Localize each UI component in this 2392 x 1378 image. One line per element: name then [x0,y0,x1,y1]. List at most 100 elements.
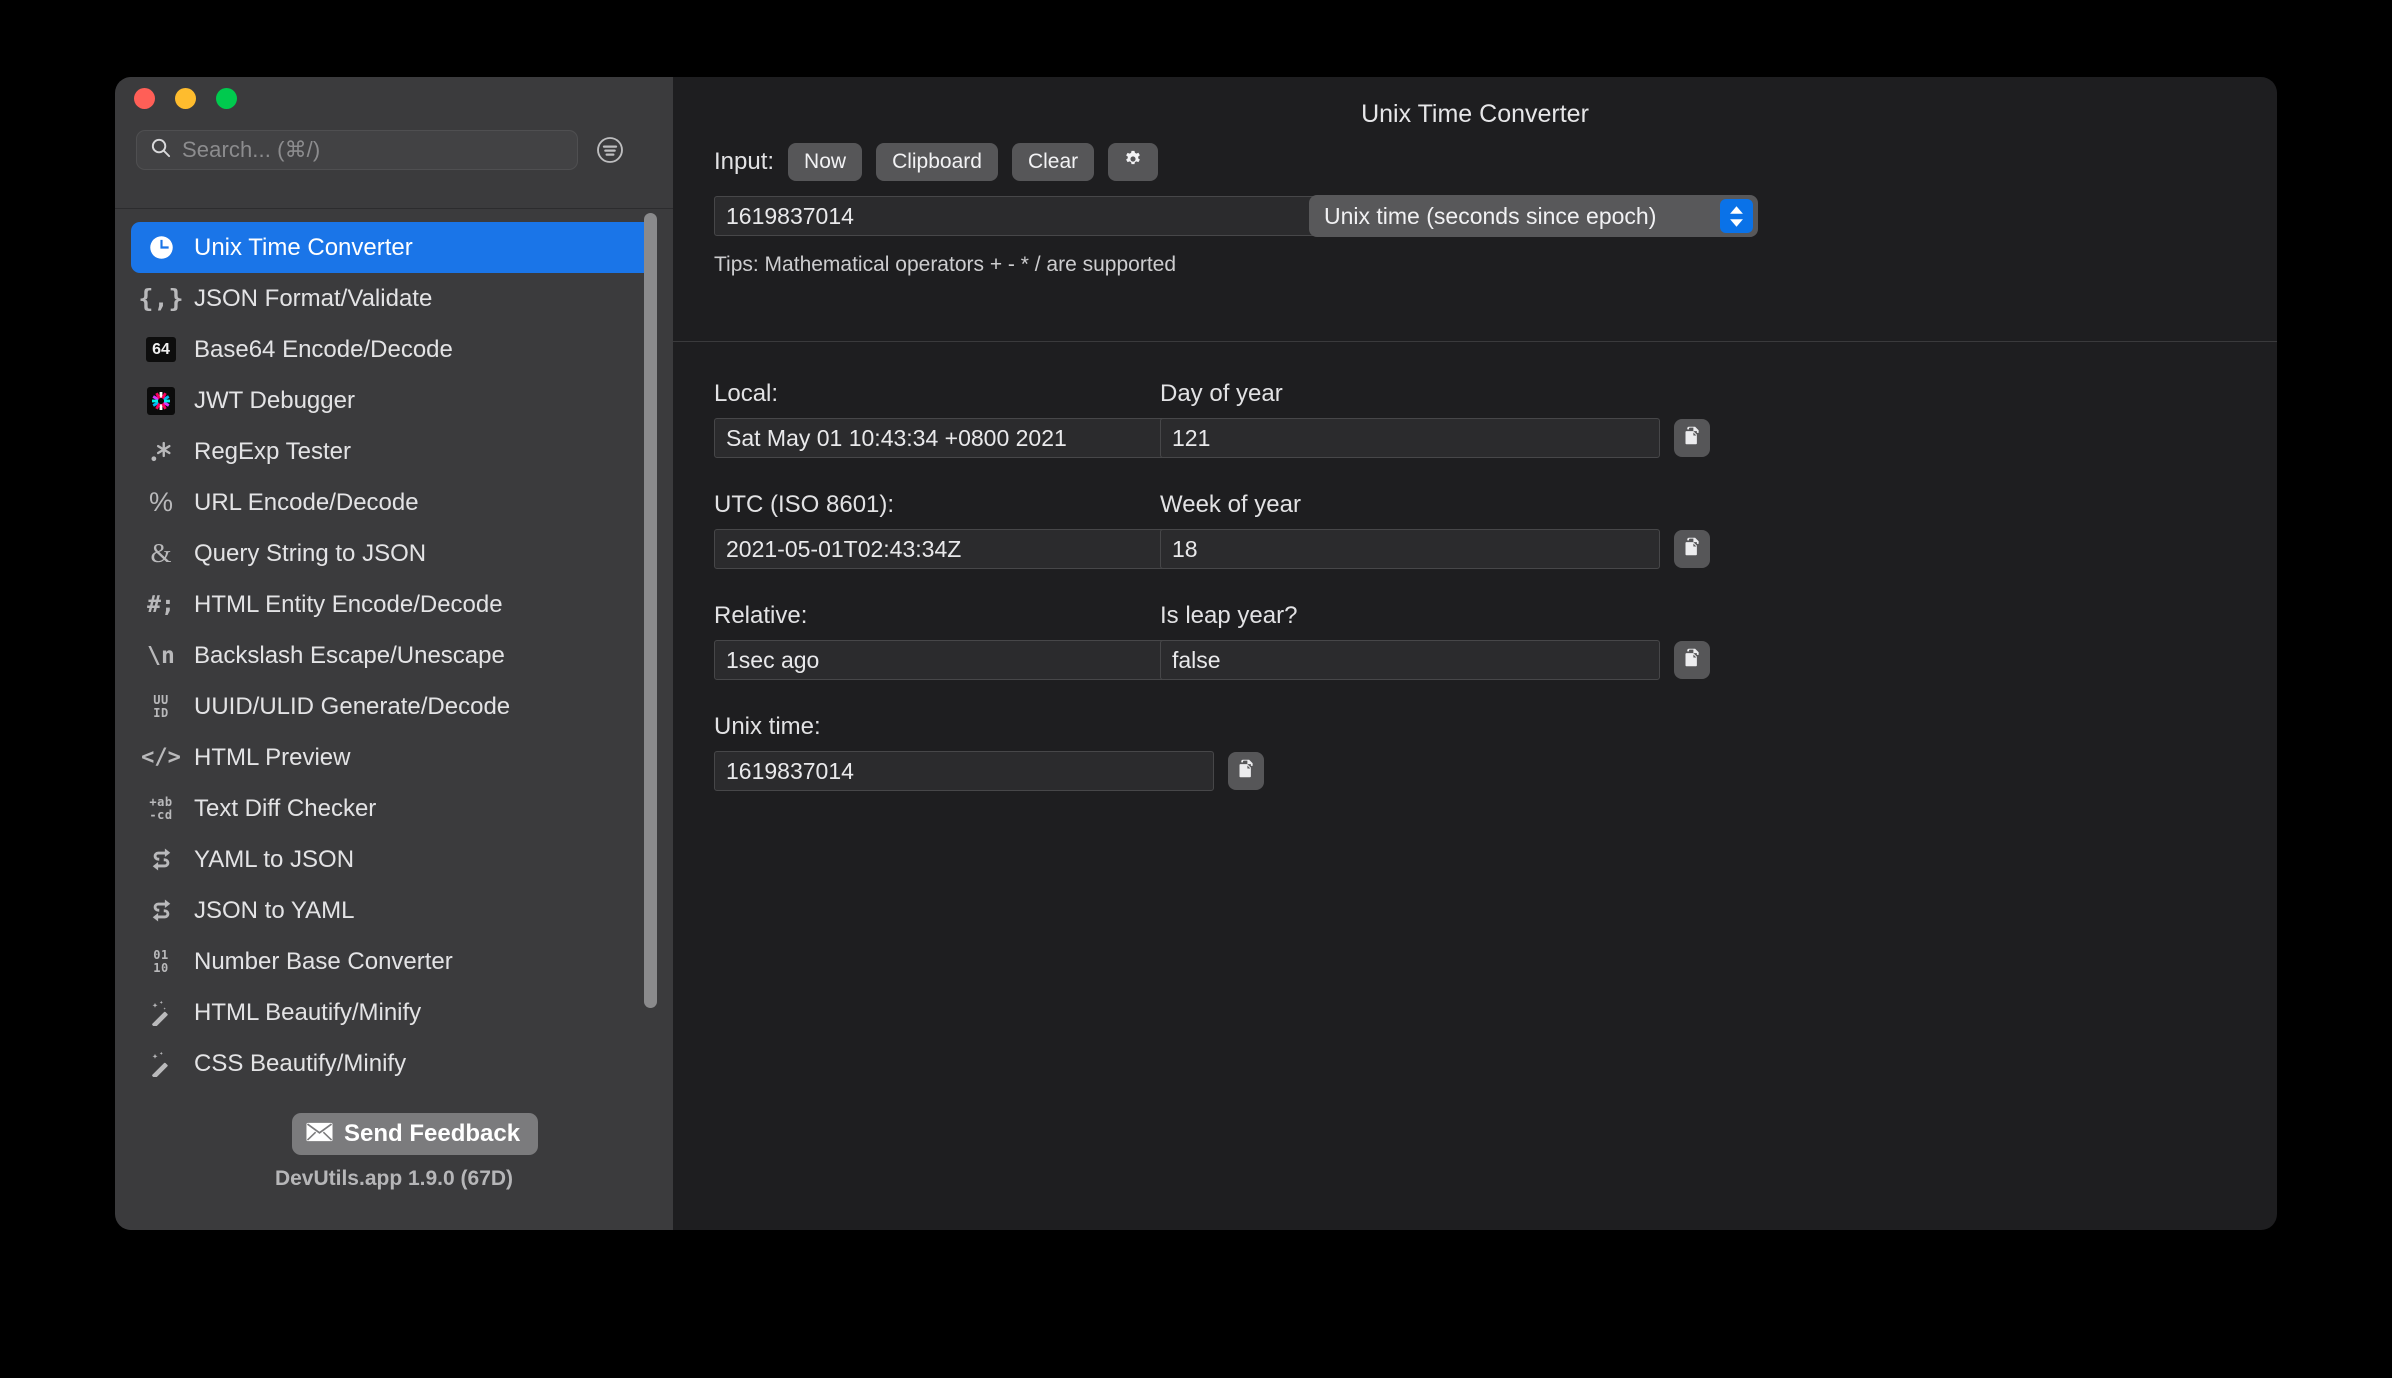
copy-button[interactable] [1674,641,1710,679]
sidebar-item-label: YAML to JSON [194,845,355,873]
sidebar-item-url-encode-decode[interactable]: % URL Encode/Decode [131,477,657,528]
result-row: 1619837014 [714,751,1314,791]
result-group-unix-time: Unix time: 1619837014 [714,713,1314,791]
copy-button[interactable] [1674,419,1710,457]
input-label: Input: [714,148,775,175]
sidebar-item-label: JSON Format/Validate [194,284,433,312]
zoom-button[interactable] [216,88,237,109]
swap-arrows-icon [146,896,176,926]
copy-icon [1682,425,1703,451]
screen: Search... (⌘/) Unix Time Converter {,} J… [0,0,2392,1378]
envelope-icon [306,1122,333,1147]
search-row: Search... (⌘/) [136,130,626,170]
input-field[interactable]: 1619837014 [714,196,1336,236]
sidebar-item-base64-encode-decode[interactable]: 64 Base64 Encode/Decode [131,324,657,375]
sidebar-item-json-to-yaml[interactable]: JSON to YAML [131,885,657,936]
close-button[interactable] [134,88,155,109]
sidebar-item-html-entity-encode-decode[interactable]: #; HTML Entity Encode/Decode [131,579,657,630]
sidebar-item-label: Backslash Escape/Unescape [194,641,505,669]
search-input[interactable]: Search... (⌘/) [136,130,578,170]
ampersand-icon: & [150,538,172,568]
sidebar: Search... (⌘/) Unix Time Converter {,} J… [115,77,673,1230]
gear-icon [1122,148,1144,176]
sidebar-item-html-beautify-minify[interactable]: HTML Beautify/Minify [131,987,657,1038]
sidebar-item-text-diff-checker[interactable]: +ab -cd Text Diff Checker [131,783,657,834]
send-feedback-label: Send Feedback [344,1120,521,1147]
result-row: 121 [1160,418,1760,458]
base64-chip-icon: 64 [146,335,176,365]
clock-icon [146,233,176,263]
copy-button[interactable] [1674,530,1710,568]
percent-icon: % [148,487,173,517]
jwt-logo-icon [146,386,176,416]
hash-semicolon-icon: #; [147,591,175,618]
result-group-week-of-year: Week of year 18 [1160,491,1760,569]
sidebar-scrollbar-thumb[interactable] [644,213,657,1008]
braces-icon: {,} [138,284,184,313]
result-value-field[interactable]: 1619837014 [714,751,1214,791]
sidebar-item-css-beautify-minify[interactable]: CSS Beautify/Minify [131,1038,657,1089]
tool-list[interactable]: Unix Time Converter {,} JSON Format/Vali… [115,209,673,1102]
result-group-day-of-year: Day of year 121 [1160,380,1760,458]
copy-icon [1236,758,1257,784]
sidebar-item-html-preview[interactable]: </> HTML Preview [131,732,657,783]
send-feedback-button[interactable]: Send Feedback [292,1113,539,1155]
sidebar-item-label: JWT Debugger [194,386,355,414]
sidebar-item-label: Query String to JSON [194,539,427,567]
code-tag-icon: </> [141,745,181,770]
chevron-updown-icon [1720,199,1753,233]
clear-button[interactable]: Clear [1011,143,1095,181]
search-placeholder-text: Search... (⌘/) [182,137,321,162]
sidebar-item-jwt-debugger[interactable]: JWT Debugger [131,375,657,426]
result-group-is-leap-year: Is leap year? false [1160,602,1760,680]
page-title: Unix Time Converter [1361,100,1589,128]
sidebar-item-number-base-converter[interactable]: 01 10 Number Base Converter [131,936,657,987]
sidebar-item-regexp-tester[interactable]: RegExp Tester [131,426,657,477]
sidebar-item-label: Base64 Encode/Decode [194,335,453,363]
sidebar-scrollbar-track[interactable] [644,209,665,1102]
sidebar-item-uuid-ulid-generate-decode[interactable]: UU ID UUID/ULID Generate/Decode [131,681,657,732]
result-value-field[interactable]: false [1160,640,1660,680]
result-row: 18 [1160,529,1760,569]
result-label: Is leap year? [1160,602,1298,629]
sidebar-item-unix-time-converter[interactable]: Unix Time Converter [131,222,657,273]
settings-button[interactable] [1108,143,1159,181]
filter-list-icon[interactable] [594,134,626,166]
result-value-field[interactable]: 121 [1160,418,1660,458]
results-right-column: Day of year 121 Week of year 18 Is leap … [1160,380,1760,713]
app-window: Search... (⌘/) Unix Time Converter {,} J… [115,77,2277,1230]
sidebar-item-label: RegExp Tester [194,437,351,465]
results-section: Local: Sat May 01 10:43:34 +0800 2021 UT… [673,342,2277,1230]
sidebar-footer: Send Feedback DevUtils.app 1.9.0 (67D) [115,1102,673,1230]
main-panel: Unix Time Converter Input: Now Clipboard… [673,77,2277,1230]
sidebar-item-label: Unix Time Converter [194,233,413,261]
result-value-field[interactable]: 2021-05-01T02:43:34Z [714,529,1214,569]
unit-select[interactable]: Unix time (seconds since epoch) [1309,195,1758,237]
sidebar-item-label: Text Diff Checker [194,794,377,822]
result-row: false [1160,640,1760,680]
sidebar-item-label: UUID/ULID Generate/Decode [194,692,511,720]
sidebar-item-yaml-to-json[interactable]: YAML to JSON [131,834,657,885]
copy-icon [1682,536,1703,562]
input-tips-text: Tips: Mathematical operators + - * / are… [714,253,1177,276]
clipboard-button[interactable]: Clipboard [876,143,998,181]
result-value-field[interactable]: Sat May 01 10:43:34 +0800 2021 [714,418,1214,458]
minimize-button[interactable] [175,88,196,109]
result-value-field[interactable]: 18 [1160,529,1660,569]
sidebar-item-backslash-escape-unescape[interactable]: \n Backslash Escape/Unescape [131,630,657,681]
binary-icon: 01 10 [153,947,169,975]
copy-button[interactable] [1228,752,1264,790]
result-value-field[interactable]: 1sec ago [714,640,1214,680]
input-toolbar: Input: Now Clipboard Clear [714,143,1159,181]
diff-icon: +ab -cd [149,794,173,822]
sidebar-item-label: Number Base Converter [194,947,453,975]
sidebar-item-label: JSON to YAML [194,896,355,924]
search-icon [149,136,172,164]
now-button[interactable]: Now [788,143,863,181]
sidebar-item-query-string-to-json[interactable]: & Query String to JSON [131,528,657,579]
sidebar-item-label: URL Encode/Decode [194,488,419,516]
sidebar-item-json-format-validate[interactable]: {,} JSON Format/Validate [131,273,657,324]
sidebar-item-label: CSS Beautify/Minify [194,1049,407,1077]
traffic-lights [134,88,237,109]
window-titlebar: Search... (⌘/) [115,77,673,209]
